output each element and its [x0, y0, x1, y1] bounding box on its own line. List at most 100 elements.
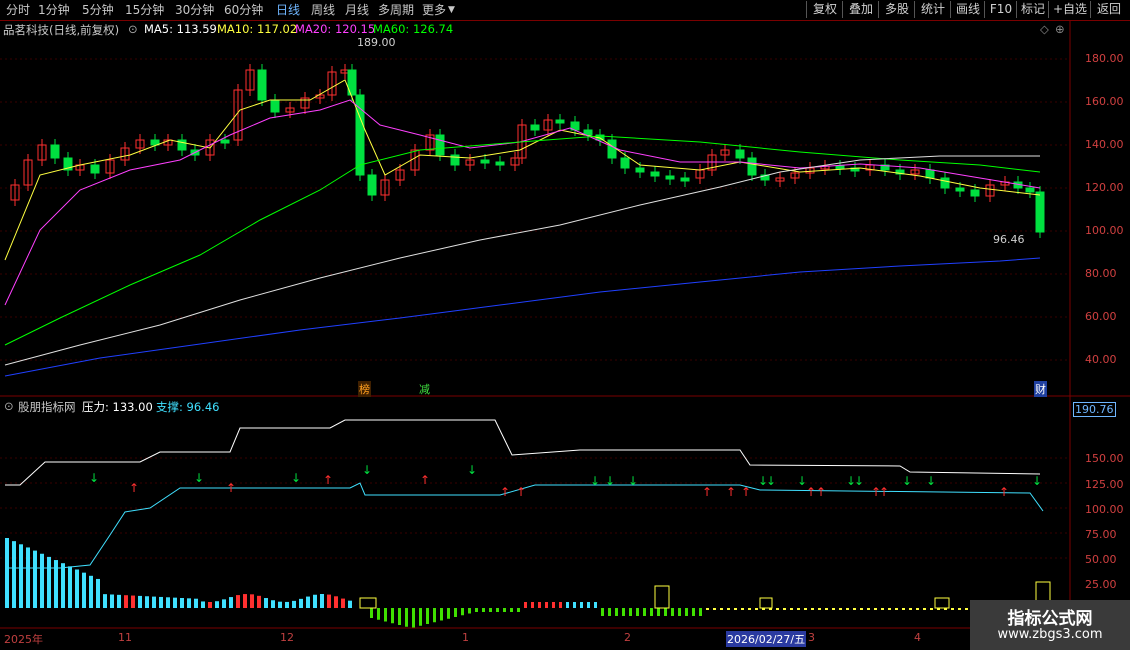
histogram-bar	[447, 608, 450, 619]
add-watchlist-button[interactable]: +自选	[1048, 1, 1091, 18]
down-arrow-icon: ↓	[1032, 474, 1042, 488]
price-tick: 100.00	[1085, 224, 1124, 237]
price-tick: 80.00	[1085, 267, 1117, 280]
histogram-bar	[454, 608, 457, 617]
period-tab-5min[interactable]: 5分钟	[82, 2, 114, 18]
candle-body	[607, 139, 617, 159]
fuquan-button[interactable]: 复权	[806, 1, 843, 18]
histogram-bar	[299, 598, 303, 608]
histogram-bar	[398, 608, 401, 625]
period-tab-month[interactable]: 月线	[345, 2, 369, 18]
histogram-bar	[888, 608, 891, 610]
histogram-bar	[257, 595, 261, 608]
histogram-bar	[846, 608, 849, 610]
overlay-button[interactable]: 叠加	[842, 1, 879, 18]
histogram-bar	[839, 608, 842, 610]
histogram-bar	[180, 598, 184, 608]
down-arrow-icon: ↓	[926, 474, 936, 488]
histogram-bar	[664, 608, 667, 616]
period-tab-15min[interactable]: 15分钟	[125, 2, 164, 18]
period-tab-30min[interactable]: 30分钟	[175, 2, 214, 18]
histogram-bar	[895, 608, 898, 610]
down-arrow-icon: ↓	[194, 471, 204, 485]
histogram-bar	[12, 541, 16, 608]
up-arrow-icon: ↑	[806, 485, 816, 499]
period-tab-week[interactable]: 周线	[311, 2, 335, 18]
up-arrow-icon: ↑	[726, 485, 736, 499]
histogram-bar	[636, 608, 639, 616]
histogram-bar	[489, 608, 492, 612]
histogram-bar	[720, 608, 723, 610]
stock-title[interactable]: 品茗科技(日线,前复权)	[3, 22, 119, 38]
histogram-bar	[601, 608, 604, 616]
down-arrow-icon: ↓	[766, 474, 776, 488]
diamond-icon[interactable]: ◇	[1040, 22, 1049, 36]
period-tab-1min[interactable]: 1分钟	[38, 2, 70, 18]
period-tab-day[interactable]: 日线	[276, 2, 300, 18]
histogram-bar	[580, 602, 583, 608]
histogram-bar	[615, 608, 618, 616]
indicator-tick: 25.00	[1085, 578, 1117, 591]
back-button[interactable]: 返回	[1090, 1, 1127, 18]
histogram-outline-bar	[654, 585, 670, 609]
histogram-bar	[832, 608, 835, 610]
histogram-bar	[622, 608, 625, 616]
histogram-bar	[377, 608, 380, 620]
histogram-bar	[103, 594, 107, 608]
candle-body	[50, 144, 60, 159]
event-tag-bang[interactable]: 榜	[358, 381, 371, 397]
candle-body	[940, 177, 950, 189]
histogram-bar	[783, 608, 786, 610]
histogram-bar	[713, 608, 716, 610]
candle-body	[1025, 187, 1035, 193]
period-tab-more[interactable]: 更多	[422, 2, 446, 18]
indicator-name[interactable]: 股朋指标网	[18, 399, 76, 415]
stats-button[interactable]: 统计	[914, 1, 951, 18]
date-tick: 2025年	[4, 633, 43, 646]
period-tab-multi[interactable]: 多周期	[378, 2, 414, 18]
more-dropdown-icon[interactable]: ▼	[448, 2, 455, 18]
histogram-bar	[152, 596, 156, 608]
histogram-bar	[482, 608, 485, 612]
histogram-bar	[867, 608, 870, 610]
up-arrow-icon: ↑	[516, 485, 526, 499]
toggle-icon[interactable]: ⊕	[1055, 22, 1065, 36]
f10-button[interactable]: F10	[984, 1, 1017, 18]
histogram-bar	[166, 597, 170, 608]
draw-line-button[interactable]: 画线	[950, 1, 985, 18]
period-tab-60min[interactable]: 60分钟	[224, 2, 263, 18]
candle-body	[735, 149, 745, 159]
histogram-bar	[334, 596, 338, 608]
candle-body	[665, 175, 675, 180]
settings-dropdown-icon[interactable]: ⊙	[128, 22, 138, 36]
watermark-title: 指标公式网	[1007, 609, 1093, 629]
price-tick: 60.00	[1085, 310, 1117, 323]
date-tick: 4	[914, 631, 921, 644]
watermark-url: www.zbgs3.com	[997, 627, 1103, 642]
histogram-outline-bar	[359, 597, 377, 609]
mark-button[interactable]: 标记	[1016, 1, 1049, 18]
ma-legend: 品茗科技(日线,前复权) ⊙ MA5: 113.59 MA10: 117.02 …	[0, 21, 1070, 37]
histogram-outline-bar	[934, 597, 950, 609]
histogram-bar	[510, 608, 513, 612]
histogram-bar	[201, 601, 205, 608]
date-tick: 1	[462, 631, 469, 644]
histogram-bar	[145, 596, 149, 608]
histogram-bar	[587, 602, 590, 608]
period-tab-fenshi[interactable]: 分时	[6, 2, 30, 18]
histogram-bar	[320, 594, 324, 608]
watermark: 指标公式网 www.zbgs3.com	[970, 600, 1130, 650]
event-tag-jian[interactable]: 减	[418, 381, 431, 397]
event-tag-cai[interactable]: 财	[1034, 381, 1047, 397]
histogram-bar	[853, 608, 856, 610]
histogram-bar	[419, 608, 422, 626]
multi-stock-button[interactable]: 多股	[878, 1, 915, 18]
indicator-tick: 75.00	[1085, 528, 1117, 541]
histogram-bar	[19, 544, 23, 608]
down-arrow-icon: ↓	[590, 474, 600, 488]
histogram-bar	[33, 550, 37, 608]
up-arrow-icon: ↑	[500, 485, 510, 499]
indicator-settings-icon[interactable]: ⊙	[4, 399, 14, 413]
candle-body	[495, 161, 505, 166]
histogram-bar	[496, 608, 499, 612]
